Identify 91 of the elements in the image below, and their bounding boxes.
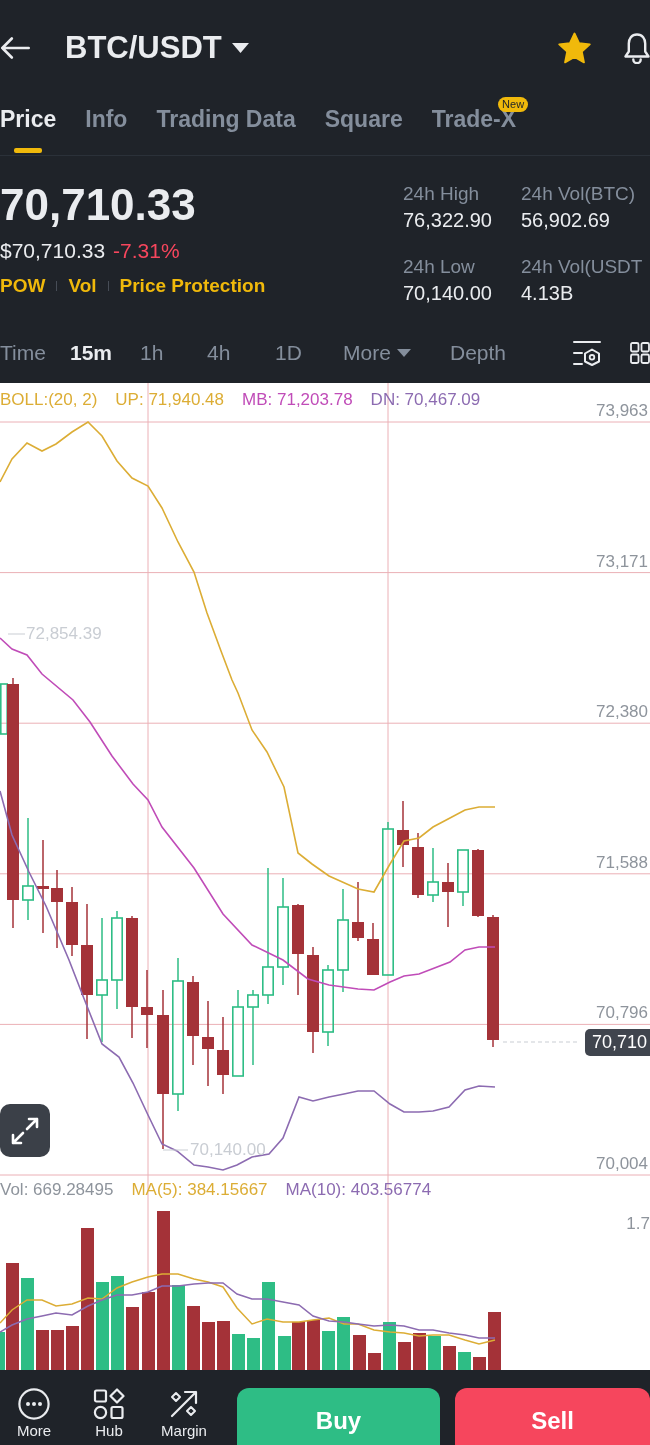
stat-value: 56,902.69 (521, 208, 611, 232)
axis-label: 1.7 (626, 1214, 650, 1234)
volume-bar (66, 1326, 79, 1370)
indicator-legend-text: MB: 71,203.78 (242, 390, 353, 410)
volume-bar (488, 1312, 501, 1370)
volume-legend-text: MA(10): 403.56774 (285, 1180, 432, 1200)
tag-link[interactable]: POW (0, 274, 46, 298)
volume-bar (368, 1353, 381, 1370)
tag-link[interactable]: Vol (68, 274, 97, 298)
fiat-price: $70,710.33 (0, 238, 106, 264)
stat-value: 4.13B (521, 280, 575, 305)
interval-tab[interactable]: More (343, 340, 411, 366)
tab[interactable]: Trading Data (156, 106, 296, 153)
indicator-legend-text: BOLL:(20, 2) (0, 390, 98, 410)
toolbar-button[interactable]: Margin (150, 1388, 218, 1440)
volume-bar (232, 1334, 245, 1370)
bell-icon[interactable] (624, 32, 650, 64)
volume-bar (428, 1336, 441, 1370)
grid-icon[interactable] (630, 342, 650, 364)
diagonal-arrow-icon[interactable] (168, 1388, 200, 1420)
pair-selector[interactable]: BTC/USDT (65, 29, 249, 67)
dots-circle-icon[interactable] (18, 1388, 50, 1420)
axis-label: 71,588 (596, 853, 648, 873)
indicator-legend-text: DN: 70,467.09 (370, 390, 481, 410)
candlestick (397, 800, 409, 868)
candlestick (412, 832, 424, 899)
stat-value: 76,322.90 (403, 208, 493, 232)
candlestick (352, 881, 364, 942)
candlestick (472, 848, 484, 918)
back-arrow-icon[interactable] (0, 37, 30, 59)
stat-label: 24h High (403, 182, 481, 206)
volume-bar (443, 1346, 456, 1370)
caret-icon[interactable] (231, 43, 249, 53)
volume-bar (398, 1342, 411, 1370)
star-icon[interactable] (558, 32, 591, 64)
price-change: -7.31% (113, 238, 180, 264)
tab[interactable]: Info (85, 106, 128, 153)
volume-bar (126, 1307, 139, 1370)
buy-button[interactable]: Buy (237, 1388, 440, 1445)
volume-bar (458, 1352, 471, 1370)
interval-tab[interactable]: 15m (70, 340, 113, 366)
volume-bar (322, 1331, 335, 1370)
volume-bar (36, 1330, 49, 1370)
axis-label: 70,004 (596, 1154, 648, 1174)
candlestick (442, 862, 454, 928)
stat-label: 24h Low (403, 254, 476, 279)
stat-label: 24h Vol(BTC) (521, 182, 637, 206)
volume-bar (292, 1322, 305, 1370)
shapes-icon[interactable] (93, 1388, 125, 1420)
indicator-legend-text: UP: 71,940.48 (115, 390, 225, 410)
stat-label: 24h Vol(USDT (521, 254, 644, 279)
price-tag: 70,710 (584, 1029, 650, 1056)
interval-tab[interactable]: 1D (275, 340, 302, 366)
toolbar-button[interactable]: More (0, 1388, 68, 1440)
last-price: 70,710.33 (0, 183, 197, 227)
interval-tab[interactable]: 1h (140, 340, 164, 366)
leader-line (162, 1149, 189, 1151)
indicator-settings-icon[interactable] (573, 340, 601, 366)
axis-label: 73,171 (596, 552, 648, 572)
volume-bar (51, 1330, 64, 1370)
sell-button[interactable]: Sell (455, 1388, 650, 1445)
volume-bar (337, 1317, 350, 1370)
tab[interactable]: Price (0, 106, 57, 153)
volume-legend-text: MA(5): 384.15667 (131, 1180, 268, 1200)
volume-bar (353, 1335, 366, 1370)
axis-label: 73,963 (596, 401, 648, 421)
volume-bar (413, 1333, 426, 1370)
volume-bar (383, 1322, 396, 1370)
interval-tab[interactable]: Depth (450, 340, 507, 366)
volume-bar (247, 1338, 260, 1370)
volume-bar (202, 1322, 215, 1370)
candlestick (66, 886, 78, 957)
volume-bar (217, 1321, 230, 1370)
expand-button[interactable] (0, 1104, 50, 1157)
volume-bar (278, 1336, 291, 1370)
volume-bar (187, 1306, 200, 1370)
stat-value: 70,140.00 (403, 280, 493, 305)
tag-link[interactable]: Price Protection (119, 274, 266, 298)
volume-bar (473, 1357, 486, 1370)
tab[interactable]: Square (324, 106, 403, 153)
candlestick (427, 847, 439, 903)
new-badge: New (498, 97, 529, 112)
axis-label: 70,796 (596, 1003, 648, 1023)
interval-tab[interactable]: Time (0, 340, 46, 366)
toolbar-button[interactable]: Hub (75, 1388, 143, 1440)
interval-tab[interactable]: 4h (207, 340, 231, 366)
volume-bar (307, 1320, 320, 1370)
volume-legend-text: Vol: 669.28495 (0, 1180, 114, 1200)
axis-label: 72,380 (596, 702, 648, 722)
candlestick (457, 849, 469, 907)
candlestick (367, 922, 379, 976)
